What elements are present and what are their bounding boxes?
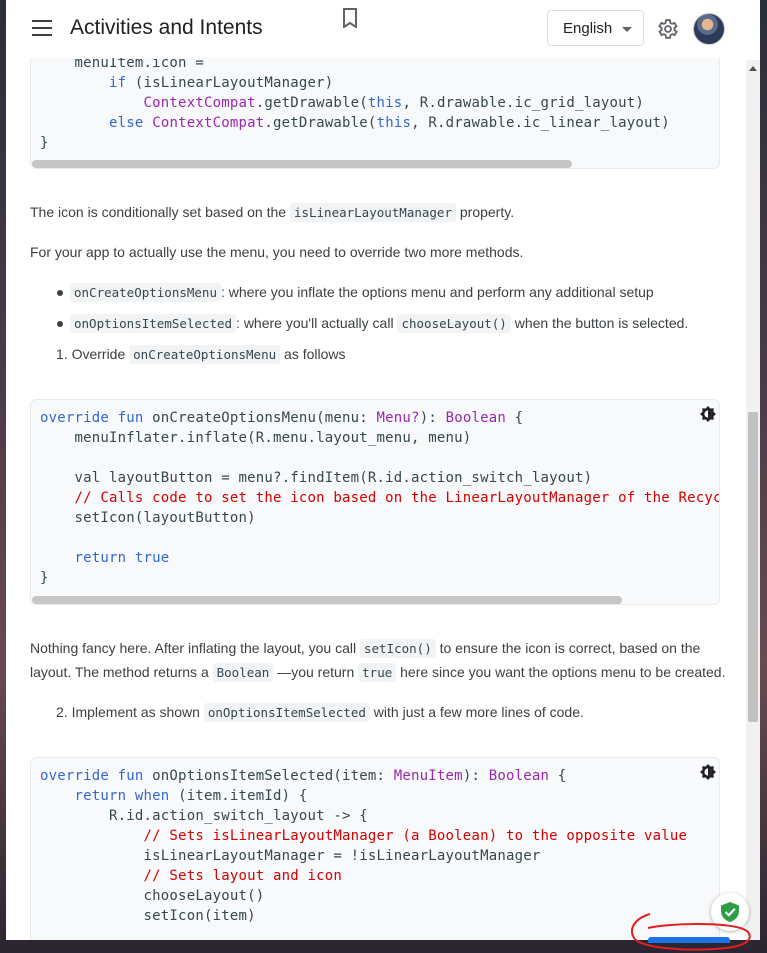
paragraph-text: The icon is conditionally set based on t… [30,204,290,220]
code-line: , R.drawable.ic_grid_layout) [402,95,645,111]
paragraph-text: here since you want the options menu to … [396,664,726,680]
code-line: setIcon(item) [40,908,256,924]
code-type: MenuItem [393,768,463,784]
hamburger-menu-icon[interactable] [32,20,52,36]
inline-code: onCreateOptionsMenu [70,283,221,302]
paragraph-text: to ensure the icon is correct, based on … [435,640,701,656]
theme-toggle-icon[interactable] [699,763,717,781]
language-select[interactable]: English [547,10,644,46]
code-type: Boolean [445,410,506,426]
step-text: 1. Override [56,346,130,362]
scrollbar-thumb[interactable] [748,412,758,722]
top-app-bar: Activities and Intents English [6,0,760,58]
code-text: override fun onOptionsItemSelected(item:… [31,758,719,926]
code-line: val layoutButton = menu?.findItem(R.id.a… [40,470,593,486]
bullet-item-onoptionsitemselected: onOptionsItemSelected: where you'll actu… [70,311,760,336]
inline-code: onCreateOptionsMenu [129,345,281,364]
chevron-down-icon [622,27,632,32]
page-vertical-scrollbar[interactable] [746,60,760,940]
code-horizontal-scrollbar[interactable] [32,596,622,604]
bookmark-icon[interactable] [342,8,358,28]
browser-window: menuItem.icon = if (isLinearLayoutManage… [6,0,760,940]
inline-code: setIcon() [359,639,436,658]
code-line: setIcon(layoutButton) [40,510,256,526]
paragraph-nothing-fancy: Nothing fancy here. After inflating the … [30,636,730,661]
scroll-up-arrow-icon[interactable] [749,66,757,71]
bullet-text: : where you'll actually call [236,315,398,331]
code-line: R.id.action_switch_layout -> { [40,808,368,824]
code-line: ): [462,768,489,784]
code-type: ContextCompat [143,95,256,111]
code-line: menuInflater.inflate(R.menu.layout_menu,… [40,430,472,446]
code-line: , R.drawable.ic_linear_layout) [411,115,670,131]
code-type: Boolean [488,768,550,784]
code-keyword: override fun [40,768,144,784]
step-text: 2. Implement as shown [56,704,204,720]
code-keyword: else [109,115,144,131]
code-line: ): [419,410,446,426]
avatar[interactable] [693,13,725,45]
page-title: Activities and Intents [70,16,263,39]
code-line: onCreateOptionsMenu(menu: [143,410,377,426]
step-text: with just a few more lines of code. [369,704,584,720]
code-keyword: return when [74,788,170,804]
code-keyword: return true [74,550,170,566]
code-block-oncreateoptionsmenu: override fun onCreateOptionsMenu(menu: M… [30,399,720,605]
code-keyword: override fun [40,410,144,426]
theme-toggle-icon[interactable] [699,405,717,423]
bullet-dot [57,290,63,296]
article-content: menuItem.icon = if (isLinearLayoutManage… [6,0,746,940]
bullet-item-oncreateoptionsmenu: onCreateOptionsMenu: where you inflate t… [70,280,760,305]
bullet-text: when the button is selected. [510,315,689,331]
code-line: chooseLayout() [40,888,265,904]
paragraph-icon-condition: The icon is conditionally set based on t… [30,200,730,225]
code-block-onoptionsitemselected: override fun onOptionsItemSelected(item:… [30,757,720,940]
code-line: .getDrawable( [264,115,377,131]
code-line: { [505,410,524,426]
paragraph-text: layout. The method returns a [30,664,213,680]
code-text: override fun onCreateOptionsMenu(menu: M… [31,400,719,588]
inline-code: isLinearLayoutManager [289,203,456,222]
code-line: } [40,135,49,151]
paragraph-text: —you return [273,664,359,680]
inline-code: chooseLayout() [397,314,511,333]
code-comment: // Sets isLinearLayoutManager (a Boolean… [40,828,688,844]
bullet-text: : where you inflate the options menu and… [221,284,654,300]
inline-code: true [358,663,397,682]
inline-code: onOptionsItemSelected [70,314,237,333]
code-block-menu-icon: menuItem.icon = if (isLinearLayoutManage… [30,44,720,169]
step-1: 1. Override onCreateOptionsMenu as follo… [56,342,756,367]
code-keyword: if [109,75,127,91]
code-type: ContextCompat [152,115,265,131]
inline-code: Boolean [212,663,274,682]
code-keyword: this [367,95,403,111]
paragraph-text: property. [455,204,515,220]
code-horizontal-scrollbar[interactable] [32,160,572,168]
paragraph-text: Nothing fancy here. After inflating the … [30,640,360,656]
gear-icon[interactable] [655,17,679,41]
inline-code: onOptionsItemSelected [203,703,370,722]
code-line: } [40,570,49,586]
language-select-label: English [563,20,613,37]
code-line: .getDrawable( [255,95,368,111]
bullet-dot [57,321,63,327]
code-line: isLinearLayoutManager = !isLinearLayoutM… [40,848,541,864]
code-type: Menu? [376,410,420,426]
paragraph-override-methods: For your app to actually use the menu, y… [30,240,730,264]
step-2: 2. Implement as shown onOptionsItemSelec… [56,700,756,725]
code-comment: // Sets layout and icon [40,868,343,884]
code-line: onOptionsItemSelected(item: [143,768,394,784]
step-text: as follows [280,346,346,362]
paragraph-nothing-fancy-line2: layout. The method returns a Boolean —yo… [30,660,730,685]
code-keyword: this [376,115,412,131]
paragraph-text: For your app to actually use the menu, y… [30,244,524,260]
code-line: { [549,768,567,784]
code-line: (item.itemId) { [169,788,308,804]
code-text: menuItem.icon = if (isLinearLayoutManage… [31,45,719,153]
code-comment: // Calls code to set the icon based on t… [40,490,720,506]
code-line: (isLinearLayoutManager) [126,75,334,91]
red-circle-annotation [631,913,751,951]
